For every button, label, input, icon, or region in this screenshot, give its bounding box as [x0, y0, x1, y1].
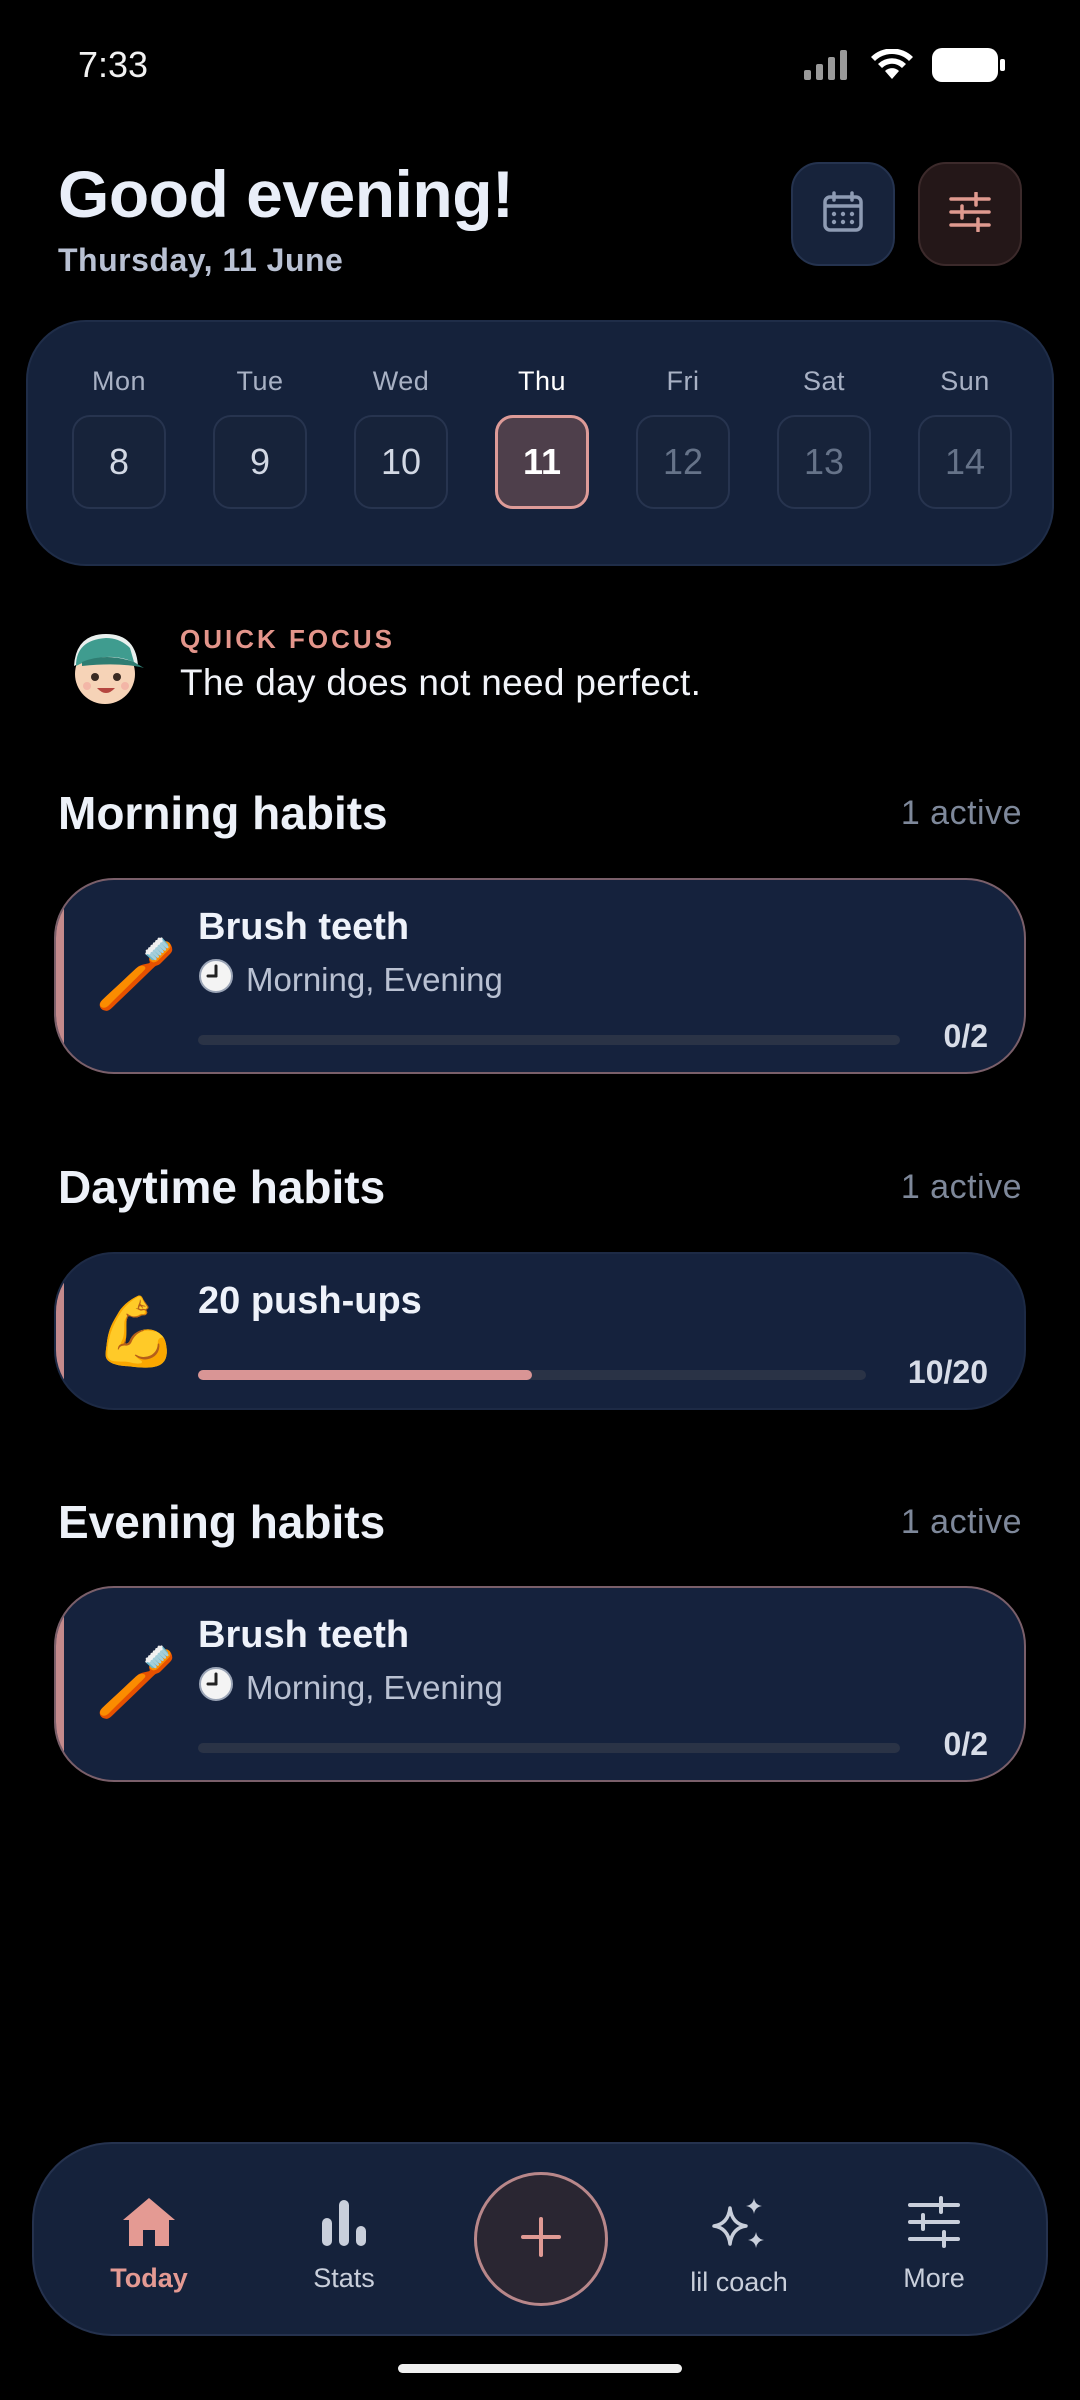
nav-today[interactable]: Today: [69, 2196, 229, 2294]
day-name: Sun: [940, 366, 990, 396]
week-strip: Mon 8 Tue 9 Wed 10 Thu 11 Fri 12 Sat 13 …: [26, 320, 1054, 566]
nav-stats-label: Stats: [313, 2263, 375, 2293]
nav-coach-label: lil coach: [690, 2267, 788, 2297]
current-date: Thursday, 11 June: [58, 242, 344, 278]
day-name: Tue: [236, 366, 284, 396]
day-wed[interactable]: Wed 10: [354, 366, 448, 509]
morning-active-count: 1 active: [900, 794, 1022, 832]
status-time: 7:33: [78, 44, 149, 85]
greeting-title: Good evening!: [58, 157, 514, 231]
day-number: 12: [636, 415, 730, 509]
day-sun[interactable]: Sun 14: [918, 366, 1012, 509]
nav-more[interactable]: More: [854, 2196, 1014, 2294]
day-number: 8: [72, 415, 166, 509]
day-number: 11: [495, 415, 589, 509]
nav-today-label: Today: [110, 2263, 188, 2293]
day-sat[interactable]: Sat 13: [777, 366, 871, 509]
signal-icon: [804, 50, 852, 85]
morning-section-title: Morning habits: [58, 787, 388, 839]
nav-more-label: More: [903, 2263, 965, 2293]
day-fri[interactable]: Fri 12: [636, 366, 730, 509]
home-icon: [121, 2198, 177, 2252]
daytime-section-title: Daytime habits: [58, 1161, 386, 1213]
add-habit-button[interactable]: [474, 2172, 608, 2306]
bar-chart-icon: [318, 2200, 370, 2252]
toothbrush-icon: 🪥: [94, 1644, 179, 1720]
habit-progress-bar: [198, 1743, 900, 1753]
clock-icon: [198, 1666, 234, 1710]
card-accent: [56, 1254, 64, 1408]
coach-avatar: [60, 622, 150, 712]
habit-title: Brush teeth: [198, 1614, 410, 1656]
habit-count: 0/2: [943, 1726, 988, 1762]
day-number: 13: [777, 415, 871, 509]
quick-focus-text: The day does not need perfect.: [180, 662, 702, 703]
habit-times: Morning, Evening: [246, 1669, 503, 1706]
nav-lil-coach[interactable]: lil coach: [659, 2196, 819, 2298]
flexed-biceps-icon: 💪: [94, 1294, 179, 1370]
habit-card-brush-teeth-morning[interactable]: 🪥 Brush teeth Morning, Evening 0/2: [54, 878, 1026, 1074]
plus-icon: [519, 2215, 563, 2264]
evening-active-count: 1 active: [900, 1503, 1022, 1541]
sliders-icon: [907, 2196, 961, 2252]
clock-icon: [198, 958, 234, 1002]
wifi-icon: [870, 48, 914, 86]
habit-schedule: Morning, Evening: [198, 1666, 503, 1710]
calendar-icon: [821, 190, 865, 239]
daytime-active-count: 1 active: [900, 1168, 1022, 1206]
day-name: Wed: [372, 366, 430, 396]
calendar-button[interactable]: [791, 162, 895, 266]
nav-stats[interactable]: Stats: [264, 2196, 424, 2294]
day-name: Sat: [802, 366, 846, 396]
day-number: 10: [354, 415, 448, 509]
habit-count: 10/20: [907, 1354, 988, 1390]
habit-card-push-ups[interactable]: 💪 20 push-ups 10/20: [54, 1252, 1026, 1410]
day-number: 9: [213, 415, 307, 509]
quick-focus-label: QUICK FOCUS: [180, 624, 395, 654]
sparkles-icon: [708, 2198, 770, 2256]
habit-title: Brush teeth: [198, 906, 410, 948]
habit-times: Morning, Evening: [246, 961, 503, 998]
day-name: Mon: [91, 366, 147, 396]
evening-section-title: Evening habits: [58, 1496, 386, 1548]
habit-count: 0/2: [943, 1018, 988, 1054]
today-screen: 7:33 Good evening! Thursday, 11 June Mon…: [0, 0, 1080, 2400]
habit-progress-bar: [198, 1035, 900, 1045]
habit-title: 20 push-ups: [198, 1280, 422, 1322]
habit-progress-bar: [198, 1370, 866, 1380]
habit-schedule: Morning, Evening: [198, 958, 503, 1002]
bottom-nav: Today Stats lil coach More: [32, 2142, 1048, 2336]
filter-button[interactable]: [918, 162, 1022, 266]
day-tue[interactable]: Tue 9: [213, 366, 307, 509]
status-icons: [804, 48, 1006, 87]
habit-card-brush-teeth-evening[interactable]: 🪥 Brush teeth Morning, Evening 0/2: [54, 1586, 1026, 1782]
card-accent: [56, 880, 64, 1072]
home-indicator: [398, 2364, 682, 2373]
day-thu-selected[interactable]: Thu 11: [495, 366, 589, 509]
habit-progress-fill: [198, 1370, 532, 1380]
day-name: Thu: [517, 366, 567, 396]
battery-icon: [932, 48, 1006, 87]
sliders-icon: [948, 190, 992, 237]
day-name: Fri: [666, 366, 700, 396]
toothbrush-icon: 🪥: [94, 936, 179, 1012]
card-accent: [56, 1588, 64, 1780]
day-number: 14: [918, 415, 1012, 509]
day-mon[interactable]: Mon 8: [72, 366, 166, 509]
